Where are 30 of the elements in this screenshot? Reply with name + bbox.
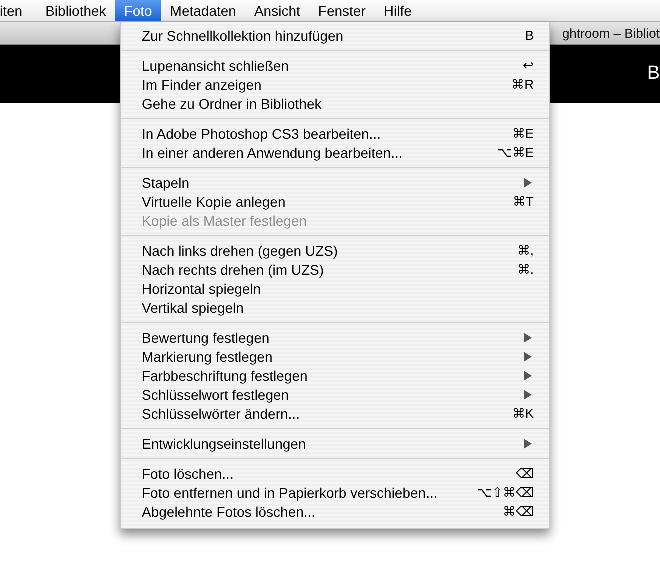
menu-item[interactable]: Entwicklungseinstellungen: [121, 434, 549, 453]
menu-item[interactable]: Abgelehnte Fotos löschen... ⌘⌫: [121, 502, 549, 521]
header-text: B: [647, 63, 660, 85]
menu-item[interactable]: Foto entfernen und in Papierkorb verschieben... ⌥⇧⌘⌫: [121, 483, 549, 502]
menu-item[interactable]: Farbbeschriftung festlegen: [121, 366, 549, 385]
menu-item[interactable]: Bewertung festlegen: [121, 328, 549, 347]
menu-item[interactable]: Horizontal spiegeln: [121, 279, 549, 298]
menu-bar-item[interactable]: Fenster: [309, 0, 375, 21]
menu-item[interactable]: In Adobe Photoshop CS3 bearbeiten... ⌘E: [121, 124, 549, 143]
menu-item[interactable]: In einer anderen Anwendung bearbeiten... ⌥⌘E: [121, 143, 549, 162]
menu-item[interactable]: Foto löschen... ⌫: [121, 464, 549, 483]
window-title: ghtroom – Bibliot: [562, 26, 660, 40]
menu-item[interactable]: Schlüsselwörter ändern... ⌘K: [121, 404, 549, 423]
menu-item[interactable]: Schlüsselwort festlegen: [121, 385, 549, 404]
menu-item[interactable]: Stapeln: [121, 173, 549, 192]
menu-item[interactable]: Virtuelle Kopie anlegen ⌘T: [121, 192, 549, 211]
menu-bar-item[interactable]: iten: [0, 0, 32, 21]
menu-bar-item[interactable]: Metadaten: [161, 0, 246, 21]
menu-bar-item[interactable]: Bibliothek: [36, 0, 116, 21]
menu-bar-item[interactable]: Ansicht: [245, 0, 310, 21]
menu-item[interactable]: Nach links drehen (gegen UZS) ⌘,: [121, 241, 549, 260]
menu-item[interactable]: Lupenansicht schließen ↩: [121, 56, 549, 75]
menu-item[interactable]: Im Finder anzeigen ⌘R: [121, 75, 549, 94]
menu-item[interactable]: Zur Schnellkollektion hinzufügen B: [121, 26, 549, 45]
menu-item[interactable]: Vertikal spiegeln: [121, 298, 549, 317]
menu-bar-item[interactable]: Hilfe: [374, 0, 421, 21]
menu-item[interactable]: Nach rechts drehen (im UZS) ⌘.: [121, 260, 549, 279]
menu-item[interactable]: Gehe zu Ordner in Bibliothek: [121, 94, 549, 113]
menu-bar-item[interactable]: Foto: [115, 0, 162, 21]
menu-item[interactable]: Markierung festlegen: [121, 347, 549, 366]
